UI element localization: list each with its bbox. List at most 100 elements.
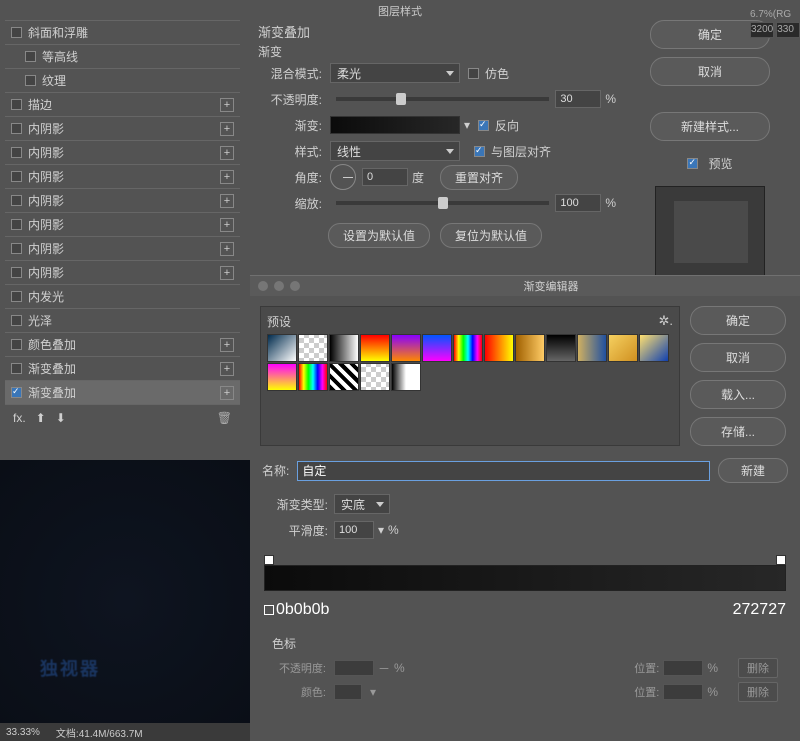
gradient-bar[interactable] bbox=[264, 565, 786, 591]
style-checkbox[interactable] bbox=[11, 291, 22, 302]
style-checkbox[interactable] bbox=[11, 243, 22, 254]
chevron-down-icon[interactable]: ▾ bbox=[366, 685, 380, 699]
ge-save-button[interactable]: 存储... bbox=[690, 417, 786, 446]
blend-mode-select[interactable]: 柔光 bbox=[330, 63, 460, 83]
ge-cancel-button[interactable]: 取消 bbox=[690, 343, 786, 372]
style-checkbox[interactable] bbox=[11, 195, 22, 206]
preset-swatch-12[interactable] bbox=[639, 334, 669, 362]
preset-swatch-8[interactable] bbox=[515, 334, 545, 362]
ge-ok-button[interactable]: 确定 bbox=[690, 306, 786, 335]
style-checkbox[interactable] bbox=[25, 75, 36, 86]
style-row-1[interactable]: 等高线 bbox=[5, 44, 240, 68]
gradient-name-input[interactable] bbox=[297, 461, 710, 481]
style-row-0[interactable]: 斜面和浮雕 bbox=[5, 20, 240, 44]
stop-color-delete-button[interactable]: 删除 bbox=[738, 682, 778, 702]
style-row-5[interactable]: 内阴影 + bbox=[5, 140, 240, 164]
preset-swatch-5[interactable] bbox=[422, 334, 452, 362]
style-checkbox[interactable] bbox=[11, 171, 22, 182]
preset-swatch-1[interactable] bbox=[298, 334, 328, 362]
add-effect-icon[interactable]: + bbox=[220, 170, 234, 184]
preview-checkbox[interactable] bbox=[687, 158, 698, 169]
style-row-11[interactable]: 内发光 bbox=[5, 284, 240, 308]
style-checkbox[interactable] bbox=[11, 363, 22, 374]
arrow-up-icon[interactable]: ⬆ bbox=[36, 411, 46, 425]
window-minimize-icon[interactable] bbox=[274, 281, 284, 291]
opacity-stop-left[interactable] bbox=[264, 555, 274, 565]
add-effect-icon[interactable]: + bbox=[220, 194, 234, 208]
style-row-9[interactable]: 内阴影 + bbox=[5, 236, 240, 260]
add-effect-icon[interactable]: + bbox=[220, 146, 234, 160]
style-row-6[interactable]: 内阴影 + bbox=[5, 164, 240, 188]
angle-input[interactable] bbox=[362, 168, 408, 186]
arrow-down-icon[interactable]: ⬇ bbox=[56, 411, 66, 425]
presets-gear-icon[interactable]: ✲. bbox=[658, 313, 673, 330]
scale-input[interactable] bbox=[555, 194, 601, 212]
stop-opacity-input[interactable] bbox=[334, 660, 374, 676]
stop-position-input[interactable] bbox=[663, 660, 703, 676]
add-effect-icon[interactable]: + bbox=[220, 98, 234, 112]
style-checkbox[interactable] bbox=[11, 267, 22, 278]
stop-delete-button[interactable]: 删除 bbox=[738, 658, 778, 678]
opacity-input[interactable] bbox=[555, 90, 601, 108]
reverse-checkbox[interactable] bbox=[478, 120, 489, 131]
canvas[interactable]: 独视器 bbox=[0, 460, 250, 741]
style-checkbox[interactable] bbox=[11, 219, 22, 230]
style-row-14[interactable]: 渐变叠加 + bbox=[5, 356, 240, 380]
style-select[interactable]: 线性 bbox=[330, 141, 460, 161]
style-checkbox[interactable] bbox=[11, 315, 22, 326]
gradient-type-select[interactable]: 实底 bbox=[334, 494, 390, 514]
style-row-12[interactable]: 光泽 bbox=[5, 308, 240, 332]
style-checkbox[interactable] bbox=[25, 51, 36, 62]
style-row-7[interactable]: 内阴影 + bbox=[5, 188, 240, 212]
gradient-swatch[interactable] bbox=[330, 116, 460, 134]
preset-swatch-15[interactable] bbox=[329, 363, 359, 391]
style-checkbox[interactable] bbox=[11, 27, 22, 38]
reset-align-button[interactable]: 重置对齐 bbox=[440, 165, 518, 190]
window-close-icon[interactable] bbox=[258, 281, 268, 291]
preset-swatch-7[interactable] bbox=[484, 334, 514, 362]
set-default-button[interactable]: 设置为默认值 bbox=[328, 223, 430, 248]
preset-swatch-3[interactable] bbox=[360, 334, 390, 362]
smoothness-input[interactable] bbox=[334, 521, 374, 539]
style-checkbox[interactable] bbox=[11, 123, 22, 134]
preset-swatch-11[interactable] bbox=[608, 334, 638, 362]
gradient-chevron-icon[interactable]: ▾ bbox=[460, 118, 474, 132]
ge-new-button[interactable]: 新建 bbox=[718, 458, 788, 483]
align-checkbox[interactable] bbox=[474, 146, 485, 157]
angle-dial[interactable] bbox=[330, 164, 356, 190]
preset-swatch-14[interactable] bbox=[298, 363, 328, 391]
add-effect-icon[interactable]: + bbox=[220, 218, 234, 232]
preset-swatch-0[interactable] bbox=[267, 334, 297, 362]
style-row-10[interactable]: 内阴影 + bbox=[5, 260, 240, 284]
cancel-button[interactable]: 取消 bbox=[650, 57, 770, 86]
add-effect-icon[interactable]: + bbox=[220, 266, 234, 280]
add-effect-icon[interactable]: + bbox=[220, 362, 234, 376]
preset-swatch-9[interactable] bbox=[546, 334, 576, 362]
new-style-button[interactable]: 新建样式... bbox=[650, 112, 770, 141]
preset-swatch-13[interactable] bbox=[267, 363, 297, 391]
scale-slider[interactable] bbox=[336, 201, 549, 205]
preset-swatch-16[interactable] bbox=[360, 363, 390, 391]
opacity-stop-right[interactable] bbox=[776, 555, 786, 565]
preset-swatch-2[interactable] bbox=[329, 334, 359, 362]
gradient-editor-titlebar[interactable]: 渐变编辑器 bbox=[250, 276, 800, 296]
style-checkbox[interactable] bbox=[11, 387, 22, 398]
opacity-slider[interactable] bbox=[336, 97, 549, 101]
stop-color-position-input[interactable] bbox=[663, 684, 703, 700]
add-effect-icon[interactable]: + bbox=[220, 122, 234, 136]
preset-swatch-17[interactable] bbox=[391, 363, 421, 391]
stop-color-chip[interactable] bbox=[334, 684, 362, 700]
add-effect-icon[interactable]: + bbox=[220, 338, 234, 352]
style-checkbox[interactable] bbox=[11, 99, 22, 110]
reset-default-button[interactable]: 复位为默认值 bbox=[440, 223, 542, 248]
trash-icon[interactable]: 🗑 bbox=[217, 411, 232, 425]
style-row-4[interactable]: 内阴影 + bbox=[5, 116, 240, 140]
style-row-13[interactable]: 颜色叠加 + bbox=[5, 332, 240, 356]
add-effect-icon[interactable]: + bbox=[220, 386, 234, 400]
dither-checkbox[interactable] bbox=[468, 68, 479, 79]
style-row-2[interactable]: 纹理 bbox=[5, 68, 240, 92]
style-checkbox[interactable] bbox=[11, 147, 22, 158]
ge-load-button[interactable]: 载入... bbox=[690, 380, 786, 409]
preset-swatch-6[interactable] bbox=[453, 334, 483, 362]
preset-swatch-4[interactable] bbox=[391, 334, 421, 362]
